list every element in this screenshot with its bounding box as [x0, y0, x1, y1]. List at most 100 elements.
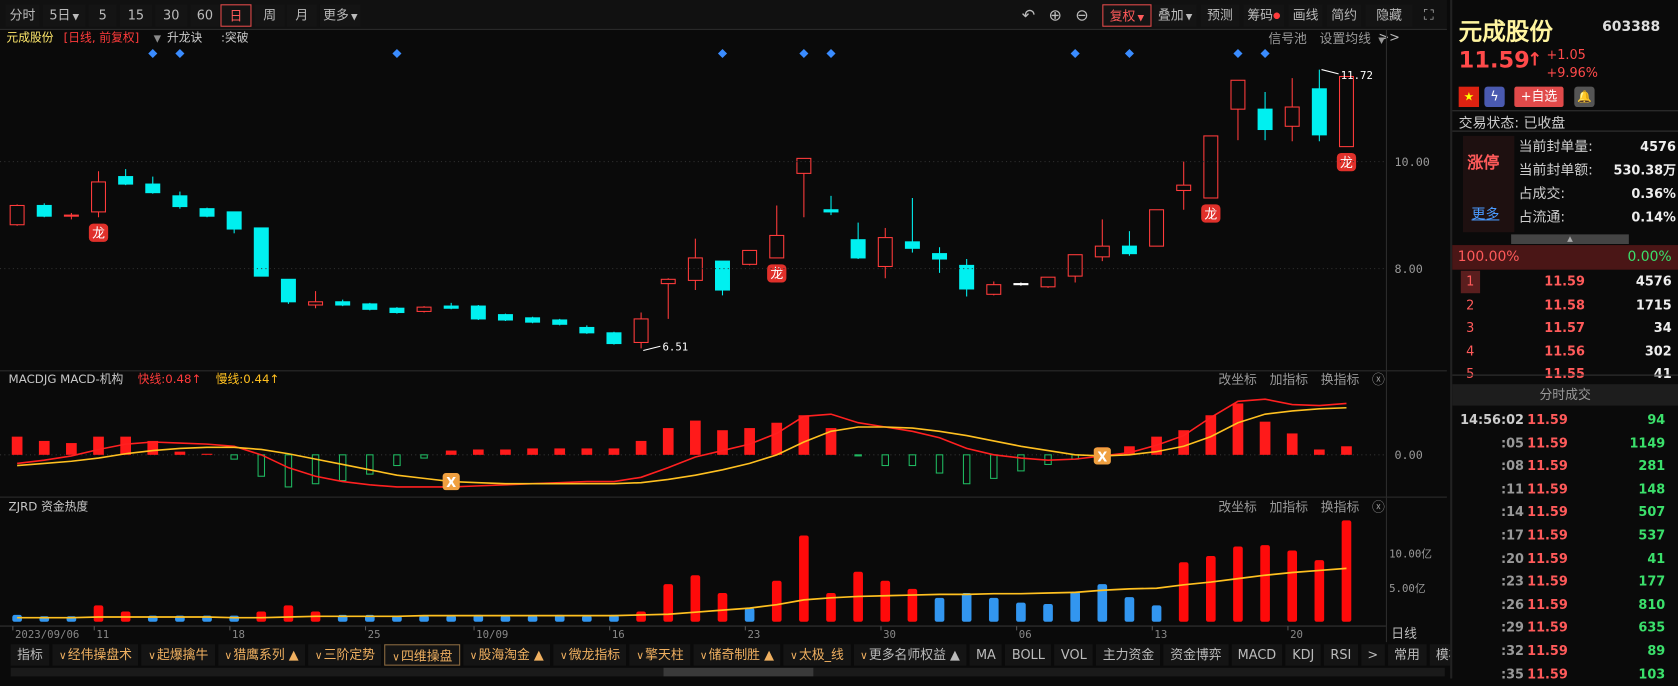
- indicator-tab[interactable]: ∨股海淘金 ▲: [463, 644, 551, 666]
- undo-icon[interactable]: ↶: [1018, 4, 1039, 26]
- chevron-down-icon[interactable]: ▼: [154, 34, 161, 45]
- signal-pool-link[interactable]: 信号池: [1268, 31, 1307, 46]
- indicator-tab[interactable]: 资金博弈: [1163, 644, 1229, 666]
- candle-body: [796, 157, 812, 174]
- tick-volume: 89: [1647, 643, 1666, 659]
- adjust-button[interactable]: 复权 ▼: [1102, 4, 1152, 27]
- limit-row: 占成交: 0.36%: [1452, 183, 1678, 205]
- bid-row: 3 11.57 34: [1452, 317, 1678, 339]
- scrollbar-thumb[interactable]: [663, 667, 814, 677]
- indicator-tab[interactable]: VOL: [1054, 644, 1094, 666]
- tick-row: :26 11.59 810: [1452, 594, 1678, 616]
- macd-indicator-name[interactable]: MACDJG MACD-机构: [9, 372, 124, 386]
- indicator-tab[interactable]: 主力资金: [1096, 644, 1161, 666]
- bid-level: 3: [1466, 319, 1475, 335]
- chevron-down-icon[interactable]: ▼: [1378, 35, 1385, 45]
- label: 5日: [49, 7, 71, 23]
- indicator-tab[interactable]: ∨经伟操盘术: [52, 644, 139, 666]
- add-indicator-link[interactable]: 加指标: [1270, 372, 1309, 387]
- indicator-tab[interactable]: MACD: [1231, 644, 1283, 666]
- tick-time: :29: [1500, 620, 1524, 636]
- fund-heat-bar: [283, 605, 294, 622]
- horizontal-scrollbar[interactable]: [10, 667, 1445, 677]
- switch-indicator-link[interactable]: 换指标: [1321, 500, 1360, 515]
- set-ma-link[interactable]: 设置均线: [1320, 31, 1371, 46]
- indicator-tab[interactable]: BOLL: [1005, 644, 1052, 666]
- candle-body: [226, 211, 242, 230]
- zjrd-indicator-name[interactable]: ZJRD 资金热度: [9, 500, 89, 514]
- change-axis-link[interactable]: 改坐标: [1218, 372, 1257, 387]
- switch-indicator-link[interactable]: 换指标: [1321, 372, 1360, 387]
- draw-line-button[interactable]: 画线: [1288, 4, 1323, 27]
- indicator-tab[interactable]: 常用: [1387, 644, 1427, 666]
- indicator-tab[interactable]: RSI: [1323, 644, 1358, 666]
- close-icon[interactable]: ⓧ: [1372, 500, 1385, 515]
- indicator-tab[interactable]: ∨三阶定势: [308, 644, 382, 666]
- indicator-tab[interactable]: ∨更多名师权益 ▲: [853, 644, 967, 666]
- period-5min[interactable]: 5: [88, 4, 117, 27]
- fund-heat-bar: [636, 611, 646, 622]
- indicator-tab[interactable]: KDJ: [1285, 644, 1321, 666]
- pane-divider: [0, 496, 1447, 498]
- lightning-icon[interactable]: ϟ: [1484, 86, 1505, 108]
- zoom-out-icon[interactable]: ⊖: [1071, 4, 1092, 26]
- collapse-handle[interactable]: ▲: [1511, 234, 1629, 245]
- price-chart[interactable]: 龙龙龙龙11.726.5110.008.00: [0, 48, 1447, 369]
- macd-bar: [1341, 446, 1352, 455]
- period-15min[interactable]: 15: [119, 4, 152, 27]
- zoom-in-icon[interactable]: ⊕: [1045, 4, 1066, 26]
- candle-body: [1311, 88, 1327, 136]
- chips-button[interactable]: 筹码●: [1243, 4, 1285, 27]
- tick-time: :17: [1500, 527, 1524, 543]
- fund-heat-bar: [1151, 605, 1162, 622]
- candle-body: [1149, 209, 1165, 247]
- tab-label: 常用: [1394, 647, 1420, 663]
- indicator-tab[interactable]: ∨微龙指标: [553, 644, 627, 666]
- indicator-tab[interactable]: ∨储奇制胜 ▲: [693, 644, 781, 666]
- tick-row: :14 11.59 507: [1452, 501, 1678, 523]
- indicator-tab[interactable]: ∨太极_线: [783, 644, 851, 666]
- period-60min[interactable]: 60: [190, 4, 220, 27]
- macd-bar: [500, 449, 511, 455]
- forecast-button[interactable]: 预测: [1200, 4, 1240, 27]
- indicator-tab[interactable]: ∨四维操盘: [384, 644, 460, 666]
- indicator-tab[interactable]: 指标: [10, 644, 50, 666]
- indicator-tab[interactable]: ∨起爆擒牛: [141, 644, 215, 666]
- candle-body: [1067, 254, 1083, 277]
- candle-body: [1040, 276, 1056, 288]
- period-intraday[interactable]: 分时: [5, 4, 40, 27]
- chevron-down-icon: ▼: [350, 11, 358, 22]
- indicator-name[interactable]: 升龙诀: [167, 31, 202, 45]
- macd-bar: [338, 454, 347, 482]
- candle-body: [118, 176, 134, 185]
- hide-button[interactable]: 隐藏>>: [1365, 4, 1413, 45]
- add-indicator-link[interactable]: 加指标: [1270, 500, 1309, 515]
- quote-panel: 元成股份 603388 11.59 ↑ +1.05 +9.96% ★ ϟ +自选…: [1450, 0, 1678, 681]
- period-more[interactable]: 更多 ▼: [319, 4, 361, 27]
- period-week[interactable]: 周: [254, 4, 285, 27]
- period-30min[interactable]: 30: [155, 4, 188, 27]
- indicator-tab[interactable]: ∨擎天柱: [629, 644, 691, 666]
- macd-chart[interactable]: 0.00 X X: [0, 387, 1447, 496]
- bell-icon[interactable]: 🔔: [1574, 86, 1595, 108]
- indicator-tab[interactable]: ∨猎鹰系列 ▲: [218, 644, 306, 666]
- indicator-tab[interactable]: >: [1360, 644, 1385, 666]
- simple-mode-button[interactable]: 简约: [1327, 4, 1362, 27]
- china-flag-icon[interactable]: ★: [1458, 86, 1480, 108]
- tick-time: :26: [1500, 596, 1524, 612]
- close-icon[interactable]: ⓧ: [1372, 372, 1385, 387]
- period-month[interactable]: 月: [286, 4, 317, 27]
- fund-heat-chart[interactable]: 10.00亿 5.00亿: [0, 514, 1447, 625]
- change-axis-link[interactable]: 改坐标: [1218, 500, 1257, 515]
- macd-bar: [1232, 403, 1244, 455]
- fund-heat-bar: [446, 615, 457, 622]
- add-watchlist-button[interactable]: +自选: [1514, 86, 1564, 108]
- period-day[interactable]: 日: [220, 4, 252, 27]
- limit-value: 0.14%: [1631, 209, 1676, 225]
- fund-heat-bar: [690, 575, 701, 622]
- fullscreen-icon[interactable]: ⛶: [1417, 4, 1441, 26]
- vip-icon: ∨: [559, 650, 568, 663]
- period-5day[interactable]: 5日 ▼: [42, 4, 86, 27]
- overlay-button[interactable]: 叠加 ▼: [1153, 4, 1197, 27]
- indicator-tab[interactable]: MA: [969, 644, 1003, 666]
